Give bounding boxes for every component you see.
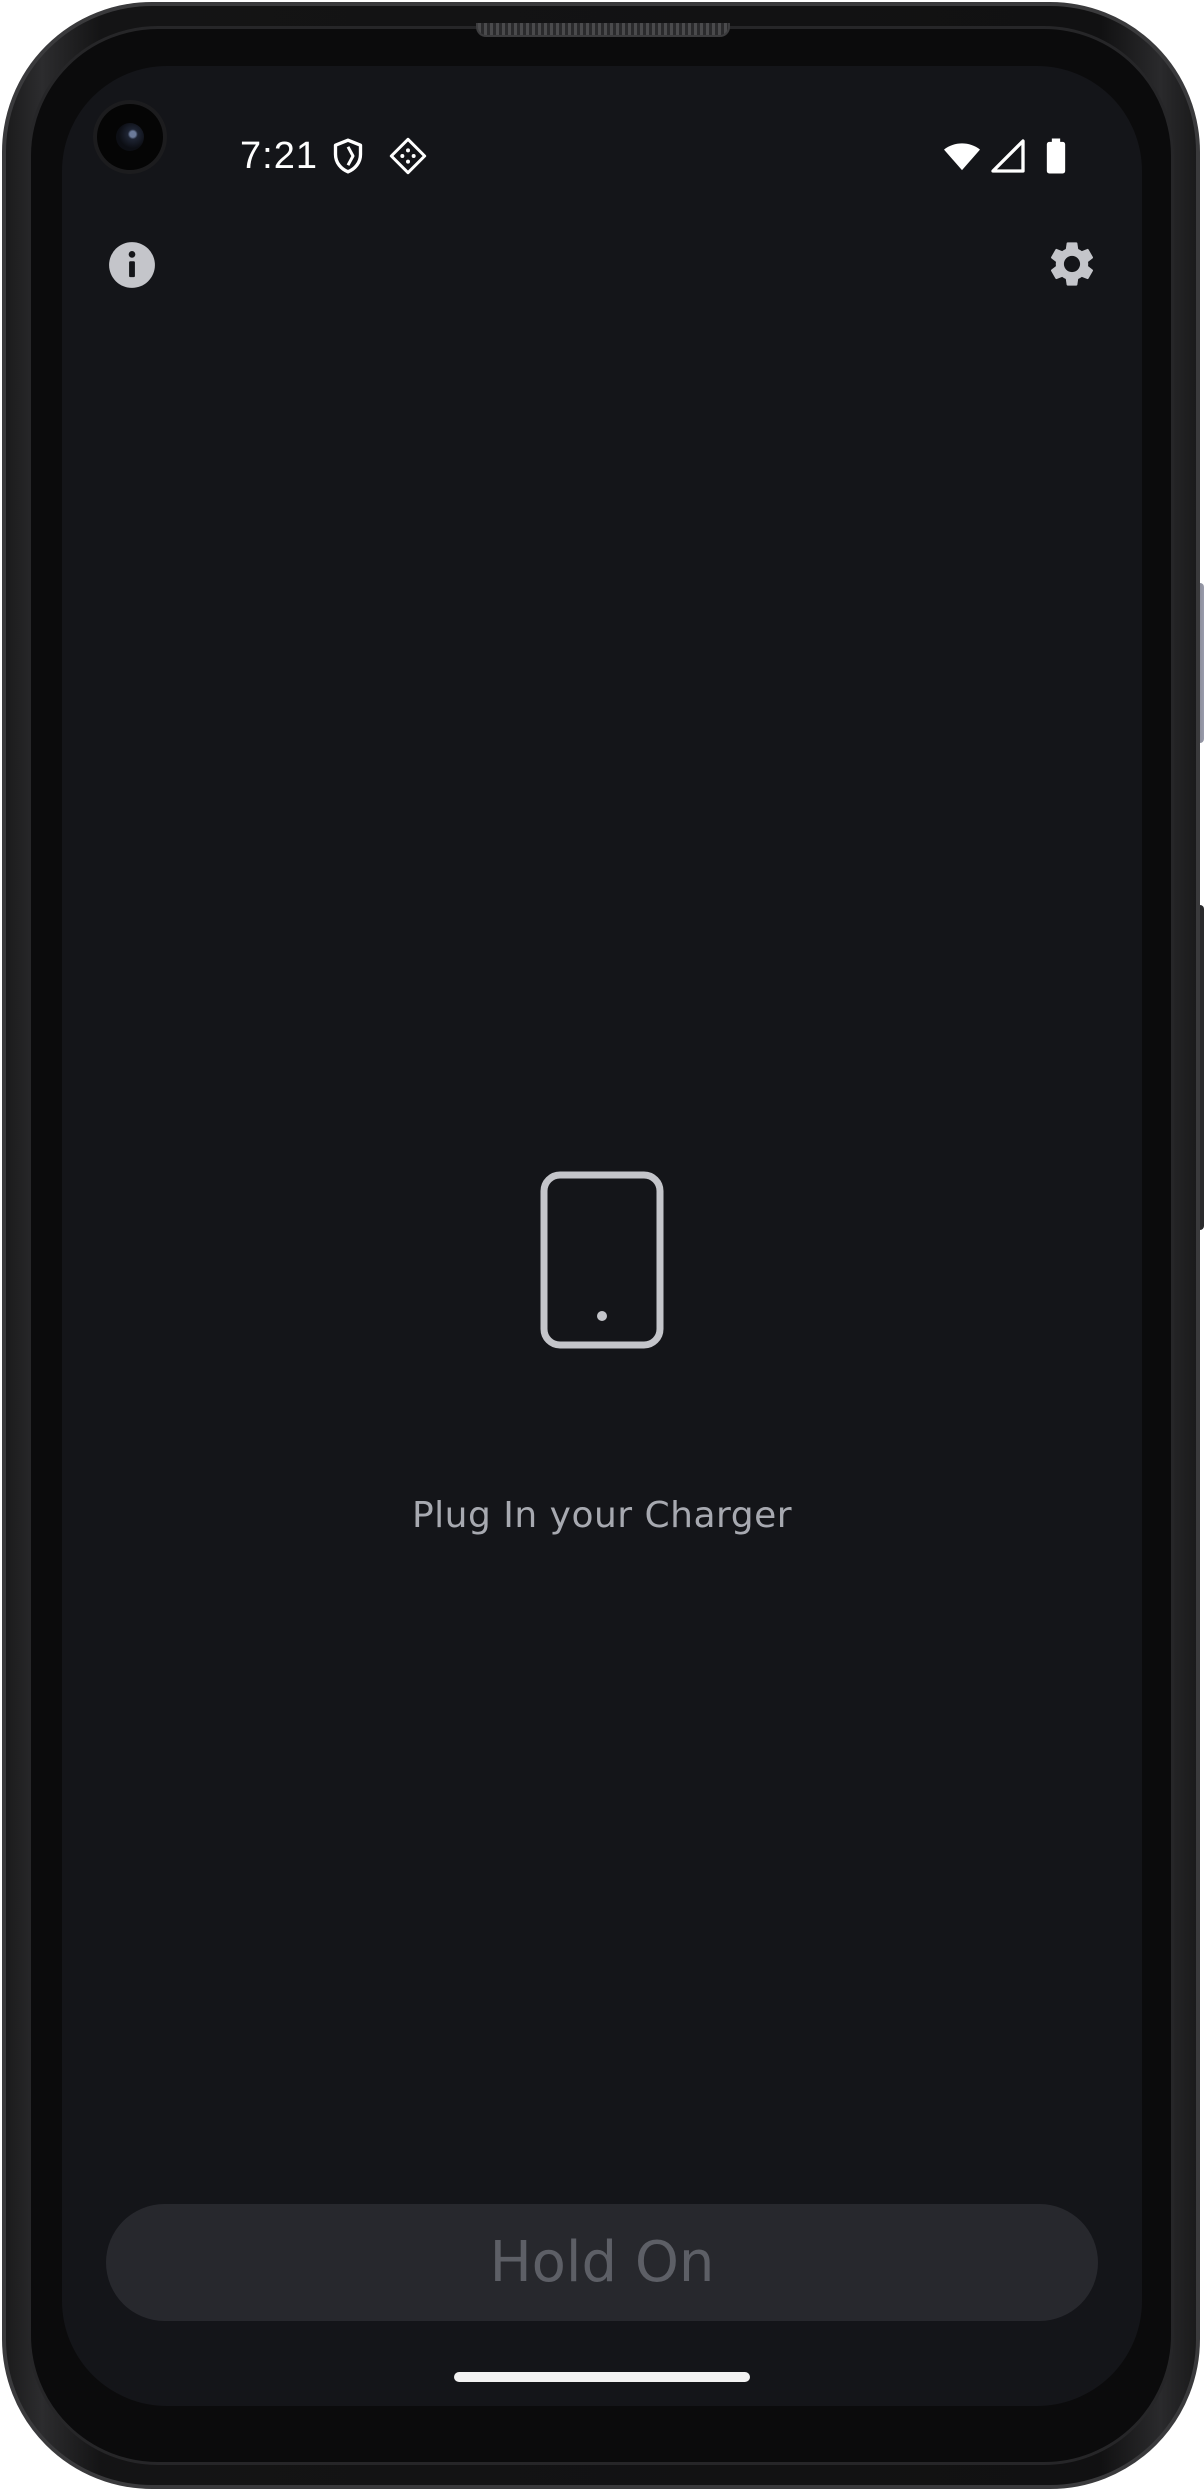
app-screen: 7:21 Plug In your Charger Hold On	[62, 66, 1142, 2406]
settings-button[interactable]	[1045, 237, 1099, 291]
smartphone-icon	[540, 1171, 664, 1349]
status-bar: 7:21	[62, 126, 1142, 186]
battery-icon	[1036, 136, 1076, 176]
gear-icon	[1050, 242, 1094, 286]
gesture-navigation-bar[interactable]	[454, 2372, 750, 2382]
cellular-signal-icon	[988, 136, 1028, 176]
shield-icon	[328, 136, 368, 176]
hold-on-button[interactable]: Hold On	[106, 2204, 1098, 2321]
info-button[interactable]	[107, 240, 157, 290]
charger-message: Plug In your Charger	[411, 1495, 793, 1536]
game-controller-icon	[388, 136, 428, 176]
earpiece-speaker	[476, 23, 730, 37]
device-mockup: 7:21 Plug In your Charger Hold On	[0, 0, 1204, 2491]
status-time: 7:21	[240, 135, 318, 177]
info-icon	[109, 242, 155, 288]
wifi-icon	[942, 136, 982, 176]
